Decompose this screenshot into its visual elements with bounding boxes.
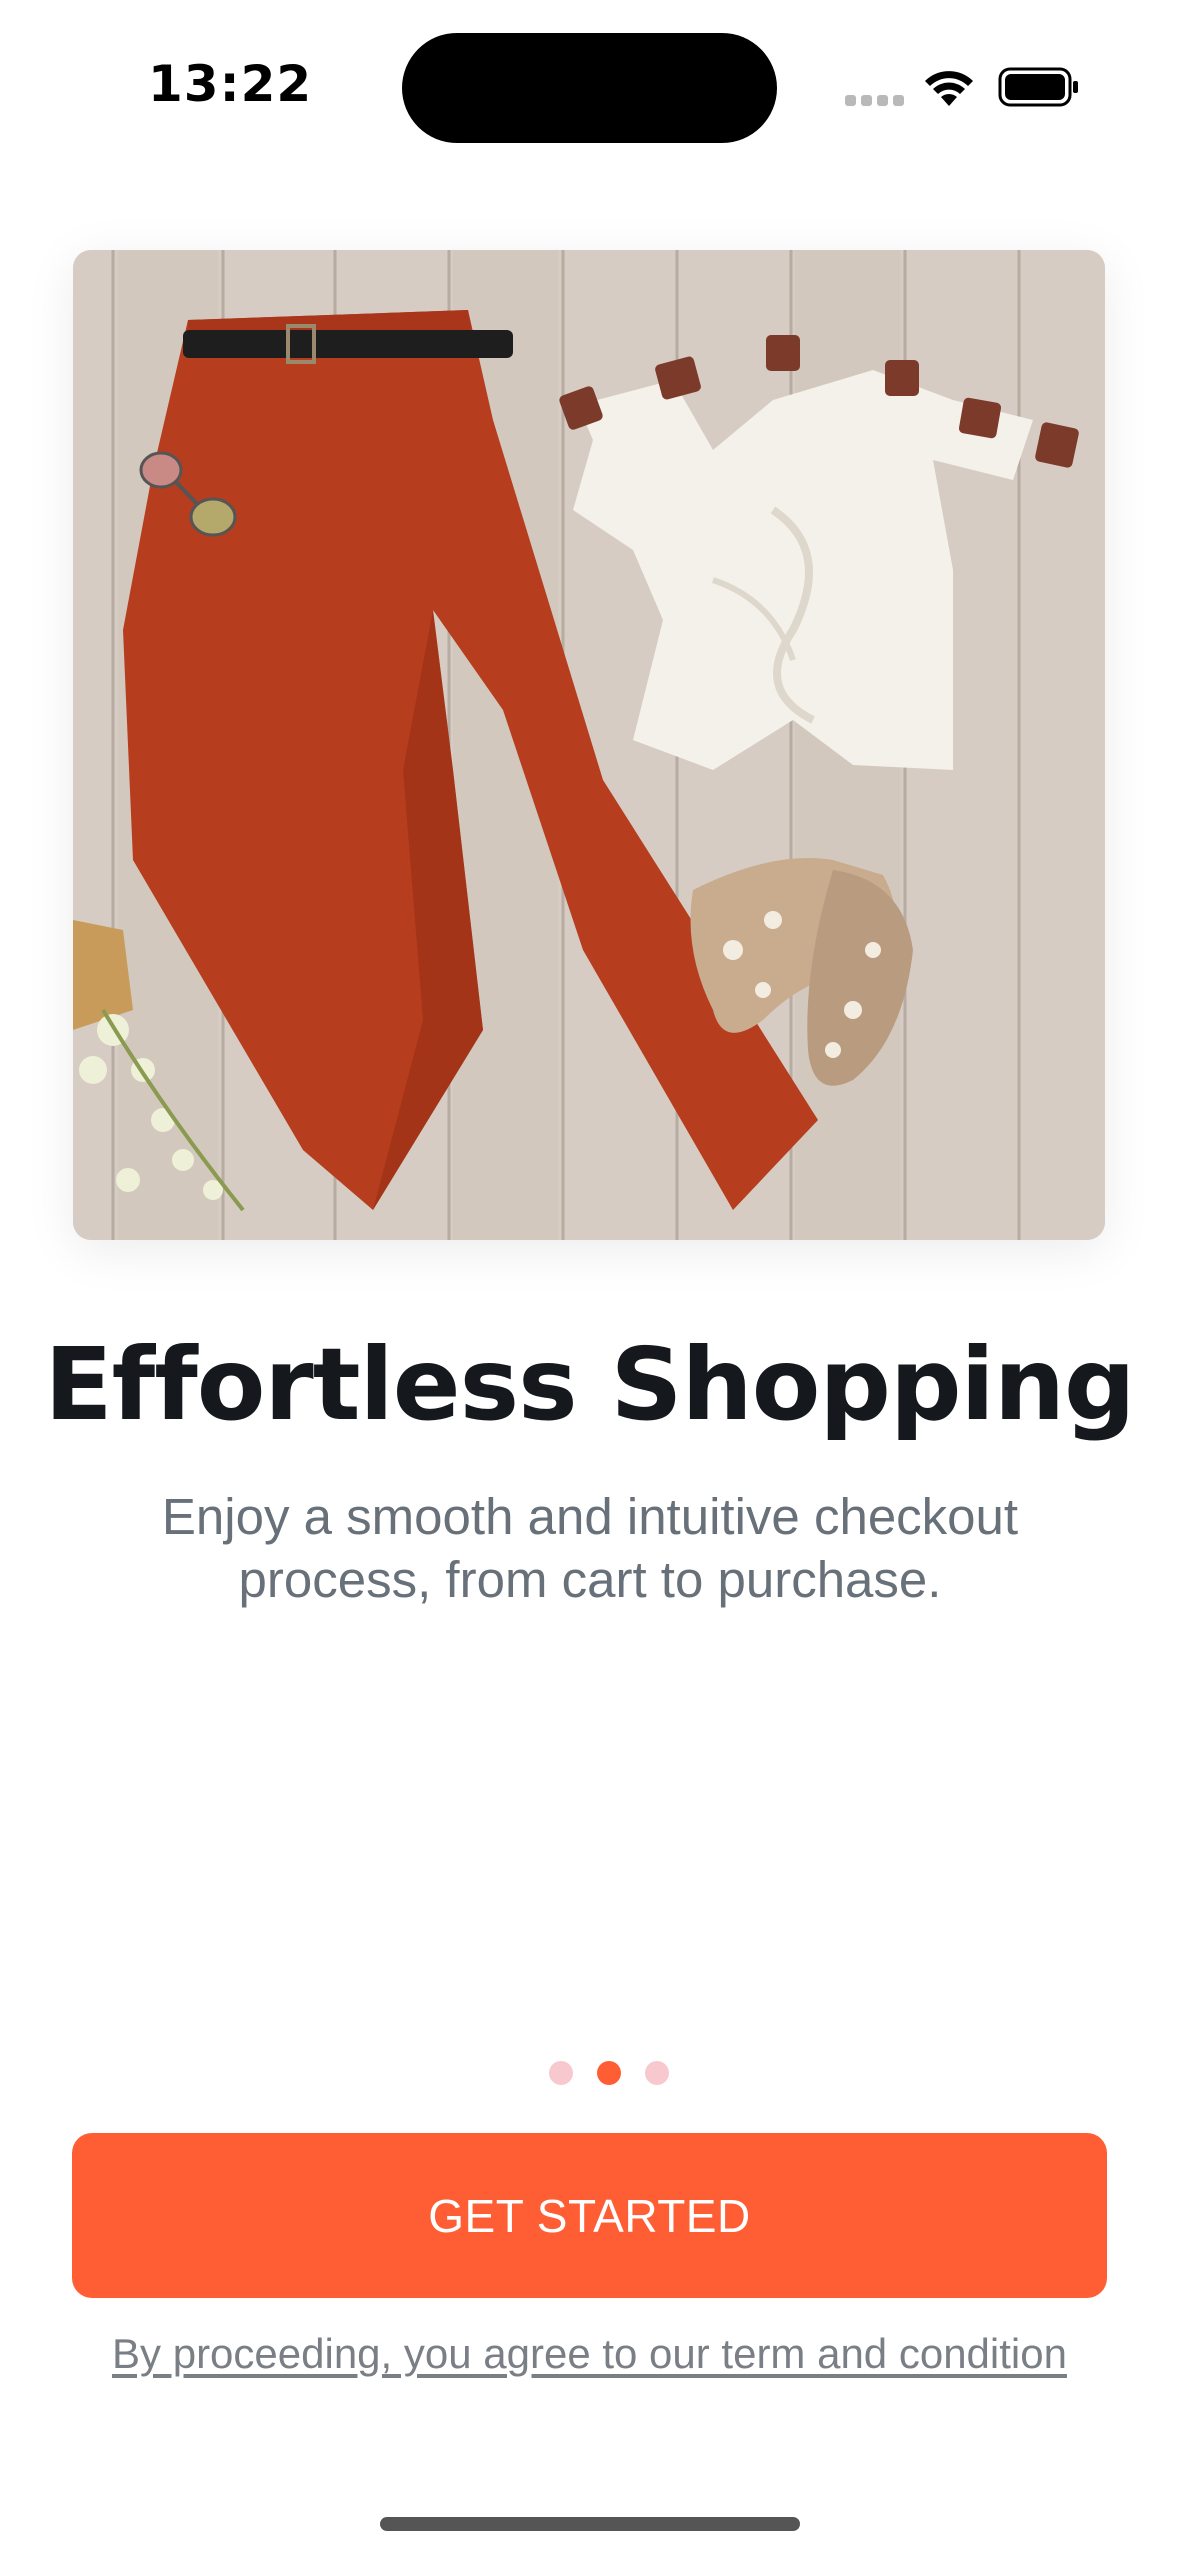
wifi-icon (925, 71, 973, 106)
get-started-button[interactable]: GET STARTED (72, 2133, 1107, 2298)
terms-link[interactable]: By proceeding, you agree to our term and… (0, 2330, 1179, 2378)
onboarding-subtitle: Enjoy a smooth and intuitive checkout pr… (161, 1488, 1019, 1608)
status-bar: 13:22 (0, 0, 1179, 170)
hero-image (73, 250, 1105, 1240)
dynamic-island (402, 33, 777, 143)
page-dot-active[interactable] (597, 2061, 621, 2085)
cellular-signal-icon (845, 95, 905, 107)
page-dot[interactable] (549, 2061, 573, 2085)
outfit-illustration (73, 250, 1105, 1240)
onboarding-title: Effortless Shopping (44, 1326, 1135, 1443)
page-dot[interactable] (645, 2061, 669, 2085)
home-indicator[interactable] (380, 2517, 800, 2531)
page-indicator (549, 2061, 679, 2085)
status-time: 13:22 (148, 55, 313, 113)
battery-icon (998, 67, 1078, 107)
